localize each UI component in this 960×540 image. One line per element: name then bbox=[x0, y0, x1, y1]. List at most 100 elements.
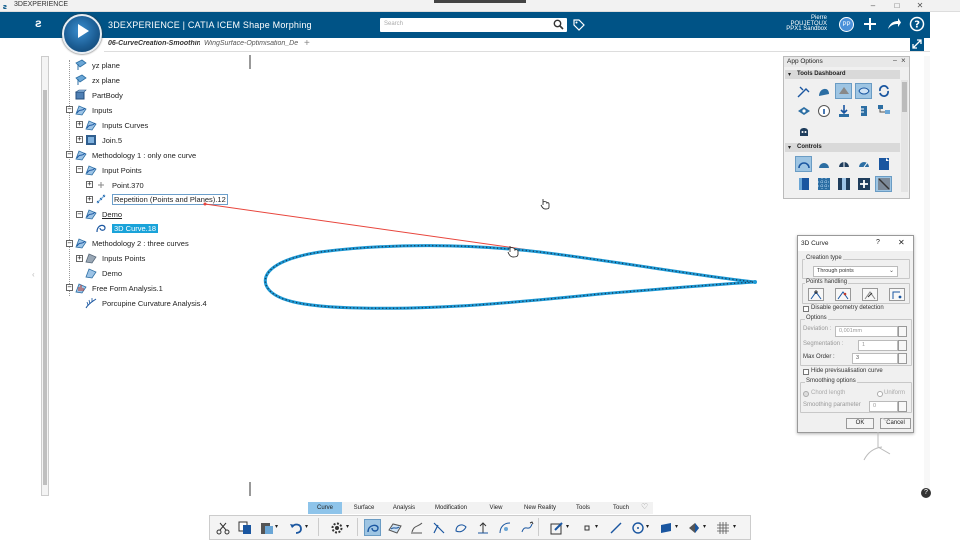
pen-tool-icon[interactable] bbox=[795, 83, 812, 99]
segmentation-stepper[interactable] bbox=[898, 340, 907, 351]
info-tool-icon[interactable] bbox=[815, 103, 832, 119]
left-scroll-thumb[interactable] bbox=[43, 90, 47, 485]
add-point-button[interactable] bbox=[808, 288, 824, 301]
chevron-down-icon[interactable]: ▾ bbox=[566, 523, 569, 530]
tree-node-methodology-1[interactable]: Methodology 1 : only one curve bbox=[75, 148, 196, 162]
section-tab-view[interactable]: View bbox=[480, 502, 512, 514]
maximize-button[interactable]: □ bbox=[886, 0, 908, 12]
expand-toggle[interactable]: + bbox=[86, 181, 93, 188]
ds-logo-icon[interactable]: ƨ bbox=[35, 16, 42, 30]
section-tab-surface[interactable]: Surface bbox=[344, 502, 384, 514]
chevron-down-icon[interactable]: ▾ bbox=[305, 523, 308, 530]
section-tab-tools[interactable]: Tools bbox=[566, 502, 600, 514]
max-order-stepper[interactable] bbox=[898, 353, 907, 364]
favorite-heart-icon[interactable]: ♡ bbox=[641, 502, 648, 511]
refresh-icon[interactable] bbox=[875, 83, 892, 99]
tag-icon[interactable] bbox=[572, 18, 585, 31]
tree-node-porcupine-analysis[interactable]: Porcupine Curvature Analysis.4 bbox=[85, 296, 207, 310]
tree-node-point[interactable]: Point.370 bbox=[95, 178, 144, 192]
tree-node-inputs-points[interactable]: Inputs Points bbox=[85, 251, 145, 265]
undo-icon[interactable] bbox=[287, 519, 304, 536]
panel-scroll-thumb[interactable] bbox=[902, 82, 907, 112]
uniform-radio[interactable] bbox=[877, 391, 883, 397]
chevron-down-icon[interactable]: ⌄ bbox=[889, 267, 894, 274]
expand-toggle[interactable]: + bbox=[76, 136, 83, 143]
shape-tool-icon[interactable] bbox=[815, 83, 832, 99]
splitter-top[interactable] bbox=[249, 55, 251, 69]
tree-node-yz-plane[interactable]: yz plane bbox=[75, 58, 120, 72]
close-window-button[interactable]: ✕ bbox=[909, 0, 931, 12]
dialog-help-button[interactable]: ? bbox=[876, 239, 880, 246]
fillet-curve-icon[interactable] bbox=[496, 519, 513, 536]
constraint-point-button[interactable] bbox=[889, 288, 905, 301]
edit-tool-icon[interactable] bbox=[548, 519, 565, 536]
expand-toggle[interactable]: + bbox=[76, 121, 83, 128]
arc-filled-icon[interactable] bbox=[815, 156, 832, 172]
robot-tool-icon[interactable] bbox=[795, 123, 812, 139]
gauge-icon[interactable] bbox=[855, 156, 872, 172]
tree-node-inputs[interactable]: Inputs bbox=[75, 103, 112, 117]
measure-tool-icon[interactable] bbox=[855, 103, 872, 119]
collapse-toggle[interactable]: − bbox=[66, 106, 73, 113]
arc-control-icon[interactable] bbox=[795, 156, 812, 172]
copy-icon[interactable] bbox=[236, 519, 253, 536]
line-tool-icon[interactable] bbox=[607, 519, 624, 536]
paste-icon[interactable] bbox=[258, 519, 275, 536]
fullscreen-button[interactable] bbox=[910, 38, 924, 51]
expand-toggle[interactable]: + bbox=[86, 196, 93, 203]
tree-tool-icon[interactable] bbox=[875, 103, 892, 119]
chevron-down-icon[interactable]: ▾ bbox=[346, 523, 349, 530]
insert-tool-icon[interactable] bbox=[835, 103, 852, 119]
tree-node-3d-curve[interactable]: 3D Curve.18 bbox=[95, 221, 159, 235]
deviation-input[interactable]: 0,001mm bbox=[835, 326, 898, 337]
collapse-toggle[interactable]: − bbox=[66, 284, 73, 291]
plus-control-icon[interactable] bbox=[855, 176, 872, 192]
split-control-icon[interactable] bbox=[835, 176, 852, 192]
collapse-arrow-icon[interactable]: ‹ bbox=[32, 270, 35, 279]
tree-node-join[interactable]: Join.5 bbox=[85, 133, 122, 147]
sketch-curve-icon[interactable] bbox=[408, 519, 425, 536]
minimize-button[interactable]: – bbox=[862, 0, 884, 12]
hide-previsualisation-checkbox[interactable] bbox=[803, 369, 809, 375]
tree-node-demo[interactable]: Demo bbox=[85, 207, 122, 221]
project-curve-icon[interactable] bbox=[430, 519, 447, 536]
block-icon[interactable] bbox=[795, 176, 812, 192]
share-icon[interactable] bbox=[886, 16, 902, 32]
segmentation-input[interactable]: 1 bbox=[858, 340, 898, 351]
cut-icon[interactable] bbox=[214, 519, 231, 536]
chord-length-radio[interactable] bbox=[803, 391, 809, 397]
viewport-help-icon[interactable]: ? bbox=[921, 488, 931, 498]
grid-control-icon[interactable] bbox=[815, 176, 832, 192]
tree-node-methodology-2[interactable]: Methodology 2 : three curves bbox=[75, 236, 189, 250]
3d-curve-tool-icon[interactable] bbox=[364, 519, 381, 536]
controls-header[interactable]: Controls bbox=[785, 143, 900, 152]
panel-minimize-button[interactable]: – bbox=[893, 57, 897, 64]
chevron-down-icon[interactable]: ▾ bbox=[733, 523, 736, 530]
link-tool-icon[interactable] bbox=[855, 83, 872, 99]
axis-triad-icon[interactable] bbox=[862, 412, 894, 466]
view-direction-icon[interactable] bbox=[685, 519, 702, 536]
collapse-toggle[interactable]: − bbox=[66, 151, 73, 158]
insert-point-button[interactable] bbox=[835, 288, 851, 301]
help-icon[interactable]: ? bbox=[909, 16, 925, 32]
tenant-name[interactable]: PPX1 Sandbox bbox=[779, 26, 827, 32]
section-tab-touch[interactable]: Touch bbox=[604, 502, 638, 514]
section-tab-curve[interactable]: Curve bbox=[308, 502, 342, 514]
tab-wing-surface[interactable]: WingSurface-Optimisation_De bbox=[204, 40, 300, 47]
plane-tool-icon[interactable] bbox=[657, 519, 674, 536]
chevron-down-icon[interactable]: ▾ bbox=[595, 523, 598, 530]
grid-icon[interactable] bbox=[714, 519, 731, 536]
search-input[interactable] bbox=[380, 18, 567, 32]
dialog-close-button[interactable]: ✕ bbox=[898, 238, 905, 247]
page-icon[interactable] bbox=[875, 156, 892, 172]
tree-node-partbody[interactable]: PartBody bbox=[75, 88, 123, 102]
section-tab-new-reality[interactable]: New Reality bbox=[518, 502, 562, 514]
spline-edit-icon[interactable] bbox=[518, 519, 535, 536]
circle-tool-icon[interactable] bbox=[629, 519, 646, 536]
max-order-input[interactable]: 3 bbox=[852, 353, 898, 364]
smoothing-parameter-stepper[interactable] bbox=[898, 401, 907, 412]
smoothing-parameter-input[interactable]: 0 bbox=[869, 401, 898, 412]
tree-node-zx-plane[interactable]: zx plane bbox=[75, 73, 120, 87]
section-tab-analysis[interactable]: Analysis bbox=[385, 502, 423, 514]
chevron-down-icon[interactable]: ▾ bbox=[646, 523, 649, 530]
